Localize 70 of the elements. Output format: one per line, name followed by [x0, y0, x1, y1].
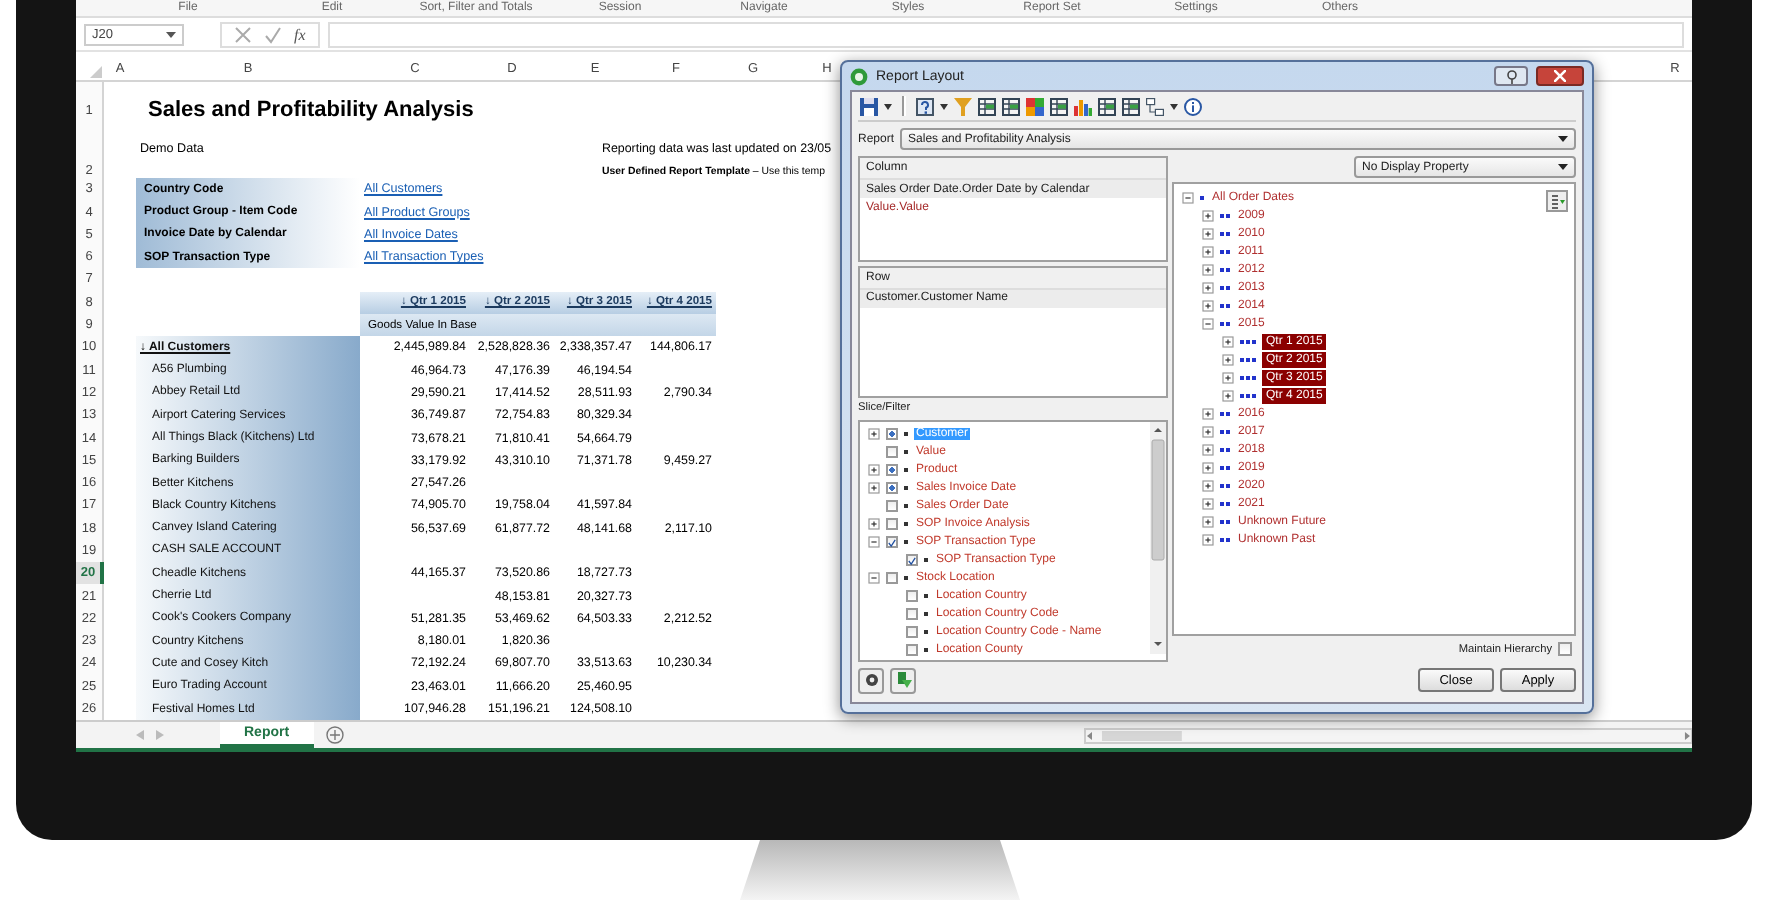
expand-icon[interactable] [868, 464, 880, 477]
bar-chart-icon[interactable] [1074, 97, 1092, 115]
collapse-icon[interactable] [1202, 317, 1214, 329]
checkbox[interactable] [886, 464, 898, 477]
expand-icon[interactable] [1202, 533, 1214, 545]
checkbox[interactable] [886, 536, 898, 549]
expand-icon[interactable] [1202, 479, 1214, 491]
hierarchy-icon[interactable] [1146, 97, 1164, 115]
grid-icon[interactable] [1026, 97, 1044, 115]
checkbox[interactable] [886, 572, 898, 585]
caret-icon[interactable] [884, 103, 892, 109]
checkbox[interactable] [906, 644, 918, 657]
app-logo-icon [850, 67, 868, 85]
checkbox[interactable] [906, 626, 918, 639]
report-title: Sales and Profitability Analysis [146, 98, 476, 123]
collapse-icon[interactable] [868, 536, 880, 549]
table-icon[interactable] [1098, 97, 1116, 115]
expand-icon[interactable] [1202, 425, 1214, 437]
add-sheet-icon[interactable] [325, 726, 344, 745]
expand-icon[interactable] [1202, 443, 1214, 455]
expand-icon[interactable] [868, 482, 880, 495]
expand-icon[interactable] [1222, 353, 1234, 365]
expand-icon[interactable] [868, 428, 880, 441]
expand-icon[interactable] [1202, 461, 1214, 473]
expand-icon[interactable] [1202, 515, 1214, 527]
vertical-scrollbar[interactable] [1150, 421, 1166, 654]
table-icon[interactable] [1002, 97, 1020, 115]
caret-icon[interactable] [1170, 103, 1178, 109]
expand-icon[interactable] [1222, 335, 1234, 347]
expand-icon[interactable] [1202, 245, 1214, 257]
expand-icon[interactable] [1202, 227, 1214, 239]
checkbox[interactable] [886, 500, 898, 513]
checkbox[interactable] [886, 518, 898, 531]
formula-field[interactable] [327, 21, 1684, 48]
close-icon [1554, 70, 1566, 82]
info-icon[interactable] [1184, 97, 1202, 115]
expand-icon[interactable] [1202, 407, 1214, 419]
expand-icon[interactable] [1222, 389, 1234, 401]
checkbox[interactable] [886, 428, 898, 441]
checkbox[interactable] [906, 608, 918, 621]
floppy-icon[interactable] [860, 97, 878, 115]
expand-icon[interactable] [1202, 209, 1214, 221]
table-icon[interactable] [1122, 97, 1140, 115]
pin-button[interactable] [858, 667, 884, 693]
list-arrow-icon [1549, 193, 1565, 209]
refresh-button[interactable] [890, 667, 916, 693]
caret-icon[interactable] [940, 103, 948, 109]
expand-icon[interactable] [1202, 281, 1214, 293]
collapse-icon[interactable] [1182, 191, 1194, 203]
tree-options-button[interactable] [1546, 190, 1568, 212]
checkbox[interactable] [906, 590, 918, 603]
insert-function-button[interactable]: fx [294, 25, 306, 44]
help-button[interactable] [1494, 66, 1528, 86]
caret-icon [1558, 164, 1568, 170]
caret-icon [166, 31, 176, 38]
expand-icon[interactable] [1202, 263, 1214, 275]
expand-icon[interactable] [1202, 299, 1214, 311]
expand-icon[interactable] [868, 518, 880, 531]
horizontal-scrollbar[interactable] [1083, 727, 1692, 744]
close-button[interactable] [1536, 66, 1584, 86]
expand-icon[interactable] [1222, 371, 1234, 383]
checkbox[interactable] [906, 554, 918, 567]
expand-icon[interactable] [1202, 497, 1214, 509]
caret-icon [1558, 136, 1568, 142]
checkbox[interactable] [886, 446, 898, 459]
table-icon[interactable] [978, 97, 996, 115]
checkbox[interactable] [886, 482, 898, 495]
checkbox[interactable] [1558, 642, 1572, 656]
table-icon[interactable] [1050, 97, 1068, 115]
collapse-icon[interactable] [868, 572, 880, 585]
